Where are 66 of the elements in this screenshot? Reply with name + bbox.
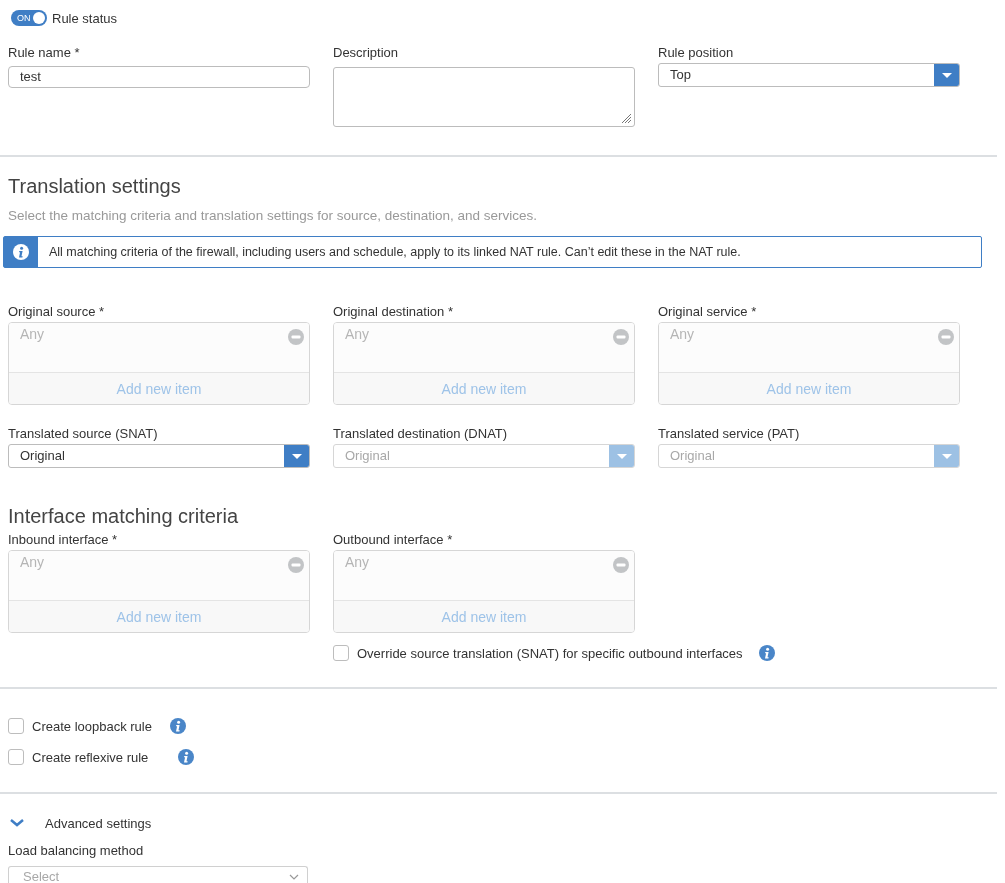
field-label: Load balancing method [8,842,145,860]
checkbox[interactable] [333,645,349,661]
checkbox-label: Create loopback rule [32,718,152,734]
info-icon [13,244,29,260]
minus-circle-icon[interactable] [613,557,629,573]
placeholder-text: Any [20,553,45,571]
field-label: Rule name * [8,44,81,62]
placeholder-text: Any [670,325,695,343]
placeholder-text: Any [345,325,370,343]
item-list-field[interactable]: Any Add new item [658,322,960,405]
resize-grip-icon [620,112,632,124]
minus-circle-icon[interactable] [613,329,629,345]
item-list-field[interactable]: Any Add new item [8,550,310,633]
item-list-field[interactable]: Any Add new item [333,322,635,405]
toggle-label: Rule status [52,10,118,26]
field-label: Translated destination (DNAT) [333,425,509,443]
placeholder-text: Any [20,325,45,343]
item-list-field[interactable]: Any Add new item [8,322,310,405]
add-new-item-button[interactable]: Add new item [334,373,634,404]
field-label: Inbound interface * [8,531,119,549]
field-label: Original service * [658,303,758,321]
caret-icon [616,453,627,459]
field-label: Rule position [658,44,735,62]
add-new-item-button[interactable]: Add new item [334,601,634,632]
text-area[interactable] [333,67,635,127]
add-new-item-button[interactable]: Add new item [9,373,309,404]
dropdown-select[interactable]: Top [658,63,960,87]
info-icon[interactable] [178,749,195,765]
info-icon[interactable] [758,645,775,661]
banner-text: All matching criteria of the firewall, including users and schedule, apply to its linked NAT rule. Can’t edit these in the NAT rule. [48,244,741,261]
item-list-field[interactable]: Any Add new item [333,550,635,633]
field-label: Original destination * [333,303,454,321]
minus-circle-icon[interactable] [288,329,304,345]
placeholder-text: Any [345,553,370,571]
checkbox[interactable] [8,718,24,734]
field-label: Translated service (PAT) [658,425,801,443]
minus-circle-icon[interactable] [288,557,304,573]
chevron-icon[interactable] [10,819,24,827]
text-input[interactable]: test [8,66,310,88]
section-heading: Translation settings [8,174,182,198]
selected-value: Original [344,447,391,465]
add-new-item-button[interactable]: Add new item [659,373,959,404]
dropdown-select[interactable]: Original [8,444,310,468]
field-label: Outbound interface * [333,531,454,549]
minus-circle-icon[interactable] [938,329,954,345]
dropdown-select[interactable]: Select [8,866,308,883]
caret-icon [941,72,952,78]
field-label: Translated source (SNAT) [8,425,159,443]
caret-icon [291,453,302,459]
section-description: Select the matching criteria and translation settings for source, destination, and services. [8,208,539,224]
placeholder-text: Select [23,869,60,883]
field-label: Original source * [8,303,106,321]
section-heading: Interface matching criteria [8,504,240,528]
info-icon[interactable] [169,718,186,734]
chevron-down-icon [289,873,299,880]
selected-value: Original [19,447,66,465]
checkbox-label: Create reflexive rule [32,749,149,765]
add-new-item-button[interactable]: Add new item [9,601,309,632]
selected-value: Original [669,447,716,465]
section-toggle-label[interactable]: Advanced settings [45,815,152,831]
checkbox-label: Override source translation (SNAT) for specific outbound interfaces [357,645,743,661]
toggle-switch[interactable]: ON [11,10,47,26]
checkbox[interactable] [8,749,24,765]
field-label: Description [333,44,400,62]
caret-icon [941,453,952,459]
selected-value: Top [669,66,692,84]
